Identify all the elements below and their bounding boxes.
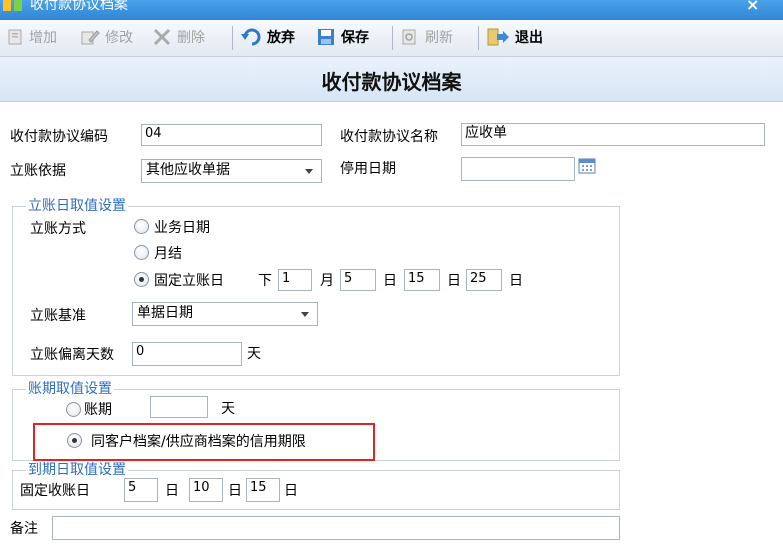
- edit-button[interactable]: 修改: [80, 26, 133, 48]
- radio-credit-period-label: 同客户档案/供应商档案的信用期限: [91, 434, 306, 450]
- exit-button[interactable]: 退出: [486, 26, 543, 48]
- edit-button-label: 修改: [105, 30, 133, 46]
- page-title: 收付款协议档案: [321, 70, 462, 94]
- code-input[interactable]: 04: [141, 124, 322, 146]
- next-label: 下: [258, 273, 272, 289]
- chevron-down-icon: [301, 312, 309, 317]
- app-logo-icon: [3, 0, 22, 11]
- due-unit: 日: [284, 483, 298, 499]
- posting-date-legend: 立账日取值设置: [26, 198, 128, 214]
- fixed-day1-input[interactable]: 5: [340, 269, 376, 291]
- radio-fixed-day-label: 固定立账日: [154, 273, 224, 289]
- add-button[interactable]: 增加: [6, 26, 57, 48]
- exit-button-label: 退出: [515, 30, 543, 46]
- name-label: 收付款协议名称: [340, 129, 438, 145]
- method-label: 立账方式: [30, 221, 86, 237]
- remark-label: 备注: [10, 521, 38, 537]
- due-day3-input[interactable]: 15: [246, 478, 280, 502]
- due-legend: 到期日取值设置: [26, 462, 128, 478]
- abandon-button[interactable]: 放弃: [240, 26, 295, 48]
- calendar-icon[interactable]: [578, 157, 596, 174]
- month-unit: 月: [320, 273, 334, 289]
- undo-icon: [241, 28, 261, 46]
- toolbar-separator: [232, 26, 233, 50]
- term-legend: 账期取值设置: [26, 381, 114, 397]
- due-unit: 日: [228, 483, 242, 499]
- radio-period[interactable]: [66, 402, 81, 417]
- standard-label: 立账基准: [30, 308, 86, 324]
- radio-business-date-label: 业务日期: [154, 220, 210, 236]
- radio-credit-period[interactable]: [67, 433, 82, 448]
- add-button-label: 增加: [29, 30, 57, 46]
- day-unit: 日: [383, 273, 397, 289]
- toolbar-separator: [392, 26, 393, 50]
- toolbar-separator: [478, 26, 479, 50]
- standard-select-value: 单据日期: [137, 305, 193, 321]
- day-unit: 日: [509, 273, 523, 289]
- window-titlebar: 收付款协议档案 ×: [0, 0, 783, 20]
- delete-button-label: 删除: [177, 30, 205, 46]
- radio-month-end[interactable]: [134, 245, 149, 260]
- toolbar: 增加 修改 删除 放弃 保存 刷新 退出: [0, 20, 783, 57]
- add-icon: [8, 29, 22, 45]
- abandon-button-label: 放弃: [267, 30, 295, 46]
- close-button[interactable]: ×: [746, 0, 759, 14]
- due-day2-input[interactable]: 10: [189, 478, 223, 502]
- name-input[interactable]: 应收单: [461, 123, 765, 146]
- delete-button[interactable]: 删除: [152, 26, 205, 48]
- standard-select[interactable]: 单据日期: [132, 302, 318, 326]
- period-input[interactable]: [150, 396, 208, 418]
- edit-icon: [81, 30, 100, 45]
- save-icon: [318, 29, 334, 45]
- fixed-day2-input[interactable]: 15: [404, 269, 440, 291]
- disable-date-label: 停用日期: [340, 161, 396, 177]
- basis-select[interactable]: 其他应收单据: [141, 159, 322, 183]
- day-unit: 日: [447, 273, 461, 289]
- window-title: 收付款协议档案: [30, 0, 128, 13]
- save-button[interactable]: 保存: [316, 26, 369, 48]
- fixed-day3-input[interactable]: 25: [466, 269, 502, 291]
- refresh-button-label: 刷新: [425, 30, 453, 46]
- exit-icon: [487, 28, 509, 46]
- radio-month-end-label: 月结: [154, 246, 182, 262]
- disable-date-input[interactable]: [461, 157, 575, 181]
- due-label: 固定收账日: [20, 483, 90, 499]
- radio-business-date[interactable]: [134, 219, 149, 234]
- save-button-label: 保存: [341, 30, 369, 46]
- radio-fixed-day[interactable]: [134, 272, 149, 287]
- delete-icon: [153, 28, 171, 46]
- due-day1-input[interactable]: 5: [124, 478, 158, 502]
- radio-period-label: 账期: [84, 402, 112, 418]
- period-unit: 天: [221, 401, 235, 417]
- refresh-icon: [402, 29, 416, 45]
- offset-label: 立账偏离天数: [30, 347, 114, 363]
- offset-input[interactable]: 0: [132, 342, 242, 366]
- code-label: 收付款协议编码: [10, 129, 108, 145]
- basis-select-value: 其他应收单据: [146, 162, 230, 178]
- remark-input[interactable]: [52, 516, 620, 540]
- basis-label: 立账依据: [10, 163, 66, 179]
- due-unit: 日: [165, 483, 179, 499]
- chevron-down-icon: [305, 169, 313, 174]
- month-offset-input[interactable]: 1: [278, 269, 312, 291]
- offset-unit: 天: [247, 346, 261, 362]
- refresh-button[interactable]: 刷新: [400, 26, 453, 48]
